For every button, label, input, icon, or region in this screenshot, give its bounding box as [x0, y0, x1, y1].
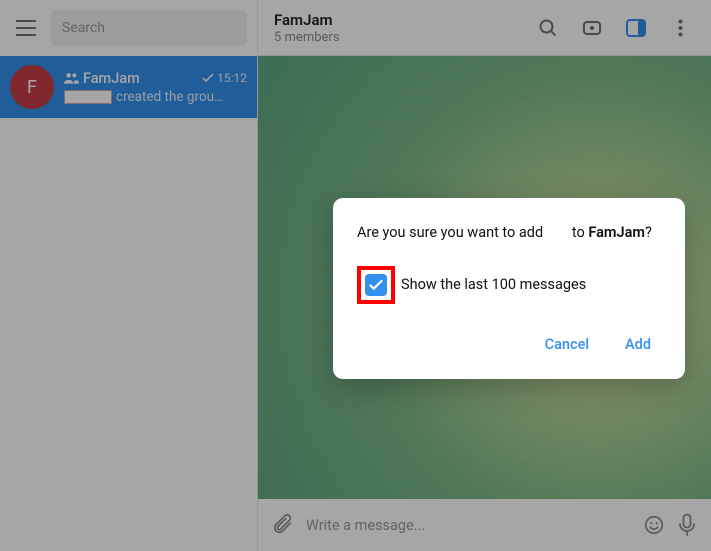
app-root: F FamJam 15:12 created the grou…: [0, 0, 711, 551]
modal-message: Are you sure you want to add to FamJam?: [357, 222, 661, 244]
show-last-messages-checkbox[interactable]: [365, 274, 387, 296]
modal-username-blank: [547, 224, 569, 241]
checkbox-label[interactable]: Show the last 100 messages: [401, 276, 586, 293]
checkmark-icon: [369, 279, 383, 291]
modal-text-1: Are you sure you want to add: [357, 224, 547, 241]
modal-text-3: ?: [645, 224, 652, 241]
modal-group-name: FamJam: [588, 224, 645, 241]
modal-actions: Cancel Add: [357, 330, 661, 365]
cancel-button[interactable]: Cancel: [541, 330, 593, 359]
add-button[interactable]: Add: [621, 330, 655, 359]
confirm-add-modal: Are you sure you want to add to FamJam? …: [333, 198, 685, 379]
modal-text-2: to: [568, 224, 588, 241]
checkbox-highlight: [357, 266, 395, 304]
modal-checkbox-row: Show the last 100 messages: [357, 266, 661, 304]
